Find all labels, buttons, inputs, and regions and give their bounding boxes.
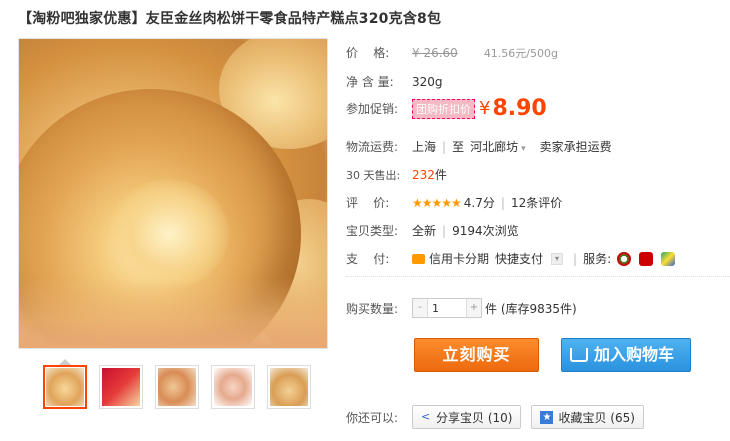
- star-icon: ★: [540, 410, 554, 424]
- promo-row: 参加促销: 团购折扣价 ¥ 8.90: [346, 96, 547, 121]
- rating-stars-icon: ★★★★★: [412, 195, 462, 210]
- quantity-row: 购买数量: - + 件 (库存9835件): [346, 298, 577, 318]
- quantity-label: 购买数量:: [346, 301, 399, 316]
- add-to-cart-label: 加入购物车: [594, 345, 675, 364]
- service-label: 服务:: [583, 252, 612, 266]
- sold-label: 30 天售出:: [346, 168, 401, 182]
- credit-card-icon: [412, 253, 425, 264]
- unit-price: 41.56元/500g: [483, 46, 558, 60]
- price-label: 价 格:: [346, 46, 390, 60]
- rating-score: 4.7分: [463, 196, 495, 210]
- view-count: 9194次浏览: [452, 224, 519, 238]
- chevron-down-icon: ▾: [521, 144, 526, 154]
- original-price: ¥ 26.60: [412, 45, 458, 60]
- rating-label: 评 价:: [346, 196, 390, 210]
- share-icon: <: [421, 410, 431, 423]
- sold-count: 232: [412, 167, 435, 182]
- pay-method-quick[interactable]: 快捷支付: [495, 250, 543, 267]
- ship-to-prefix: 至: [452, 140, 465, 154]
- share-label: 你还可以:: [346, 410, 399, 425]
- ship-separator: |: [442, 139, 447, 154]
- payment-row: 支 付: 信用卡分期 快捷支付 ▾ | 服务:: [346, 250, 676, 267]
- shipping-label: 物流运费:: [346, 140, 399, 154]
- review-count-link[interactable]: 12条评价: [511, 194, 562, 211]
- sold-unit: 件: [434, 168, 447, 182]
- price-row: 价 格: ¥ 26.60 41.56元/500g: [346, 44, 558, 61]
- quantity-decrease-button[interactable]: -: [413, 299, 427, 317]
- weight-value: 320g: [412, 74, 443, 89]
- cart-icon: [570, 348, 588, 362]
- type-label: 宝贝类型:: [346, 224, 399, 238]
- promo-label: 参加促销:: [346, 102, 399, 116]
- thumbnail-2[interactable]: [99, 365, 143, 409]
- quantity-increase-button[interactable]: +: [467, 299, 481, 317]
- authentic-guarantee-icon[interactable]: [639, 251, 654, 266]
- add-to-cart-button[interactable]: 加入购物车: [561, 338, 691, 372]
- payment-label: 支 付:: [346, 252, 390, 266]
- quantity-input[interactable]: [427, 299, 467, 317]
- thumbnail-4[interactable]: [211, 365, 255, 409]
- weight-row: 净 含 量: 320g: [346, 73, 443, 90]
- seven-day-return-icon[interactable]: [617, 251, 632, 266]
- ship-from: 上海: [412, 140, 437, 154]
- weight-label: 净 含 量:: [346, 75, 394, 89]
- payment-dropdown-icon[interactable]: ▾: [551, 252, 564, 265]
- consumer-protection-icon[interactable]: [661, 251, 676, 266]
- share-button-label: 分享宝贝 (10): [436, 410, 513, 425]
- currency-symbol: ¥: [479, 98, 491, 119]
- type-row: 宝贝类型: 全新 | 9194次浏览: [346, 223, 519, 239]
- ship-to-value: 河北廊坊: [470, 140, 519, 154]
- buy-now-button[interactable]: 立刻购买: [414, 338, 539, 372]
- shipping-note: 卖家承担运费: [539, 140, 612, 154]
- share-row: 你还可以: < 分享宝贝 (10) ★ 收藏宝贝 (65): [346, 405, 644, 429]
- type-value: 全新: [412, 224, 437, 238]
- product-title: 【淘粉吧独家优惠】友臣金丝肉松饼干零食品特产糕点320克含8包: [18, 11, 442, 27]
- promo-price: 8.90: [492, 96, 547, 121]
- shipping-row: 物流运费: 上海 | 至 河北廊坊 ▾ 卖家承担运费: [346, 138, 612, 155]
- sold-row: 30 天售出: 232 件: [346, 166, 447, 183]
- favorite-button[interactable]: ★ 收藏宝贝 (65): [531, 405, 644, 429]
- stock-info: 件 (库存9835件): [485, 301, 577, 316]
- product-main-image[interactable]: [18, 38, 328, 349]
- promo-tag: 团购折扣价: [412, 98, 475, 119]
- thumbnail-1[interactable]: [43, 365, 87, 409]
- pay-method-installment[interactable]: 信用卡分期: [429, 250, 489, 267]
- share-button[interactable]: < 分享宝贝 (10): [412, 405, 522, 429]
- thumbnail-5[interactable]: [267, 365, 311, 409]
- quantity-stepper: - +: [412, 298, 482, 318]
- section-divider: [346, 276, 730, 277]
- thumbnail-strip: [43, 365, 311, 409]
- rating-row: 评 价: ★★★★★ 4.7分 | 12条评价: [346, 194, 563, 211]
- favorite-button-label: 收藏宝贝 (65): [558, 410, 635, 425]
- ship-to-dropdown[interactable]: 河北廊坊 ▾: [470, 138, 526, 155]
- thumbnail-3[interactable]: [155, 365, 199, 409]
- service-icons: [617, 251, 676, 266]
